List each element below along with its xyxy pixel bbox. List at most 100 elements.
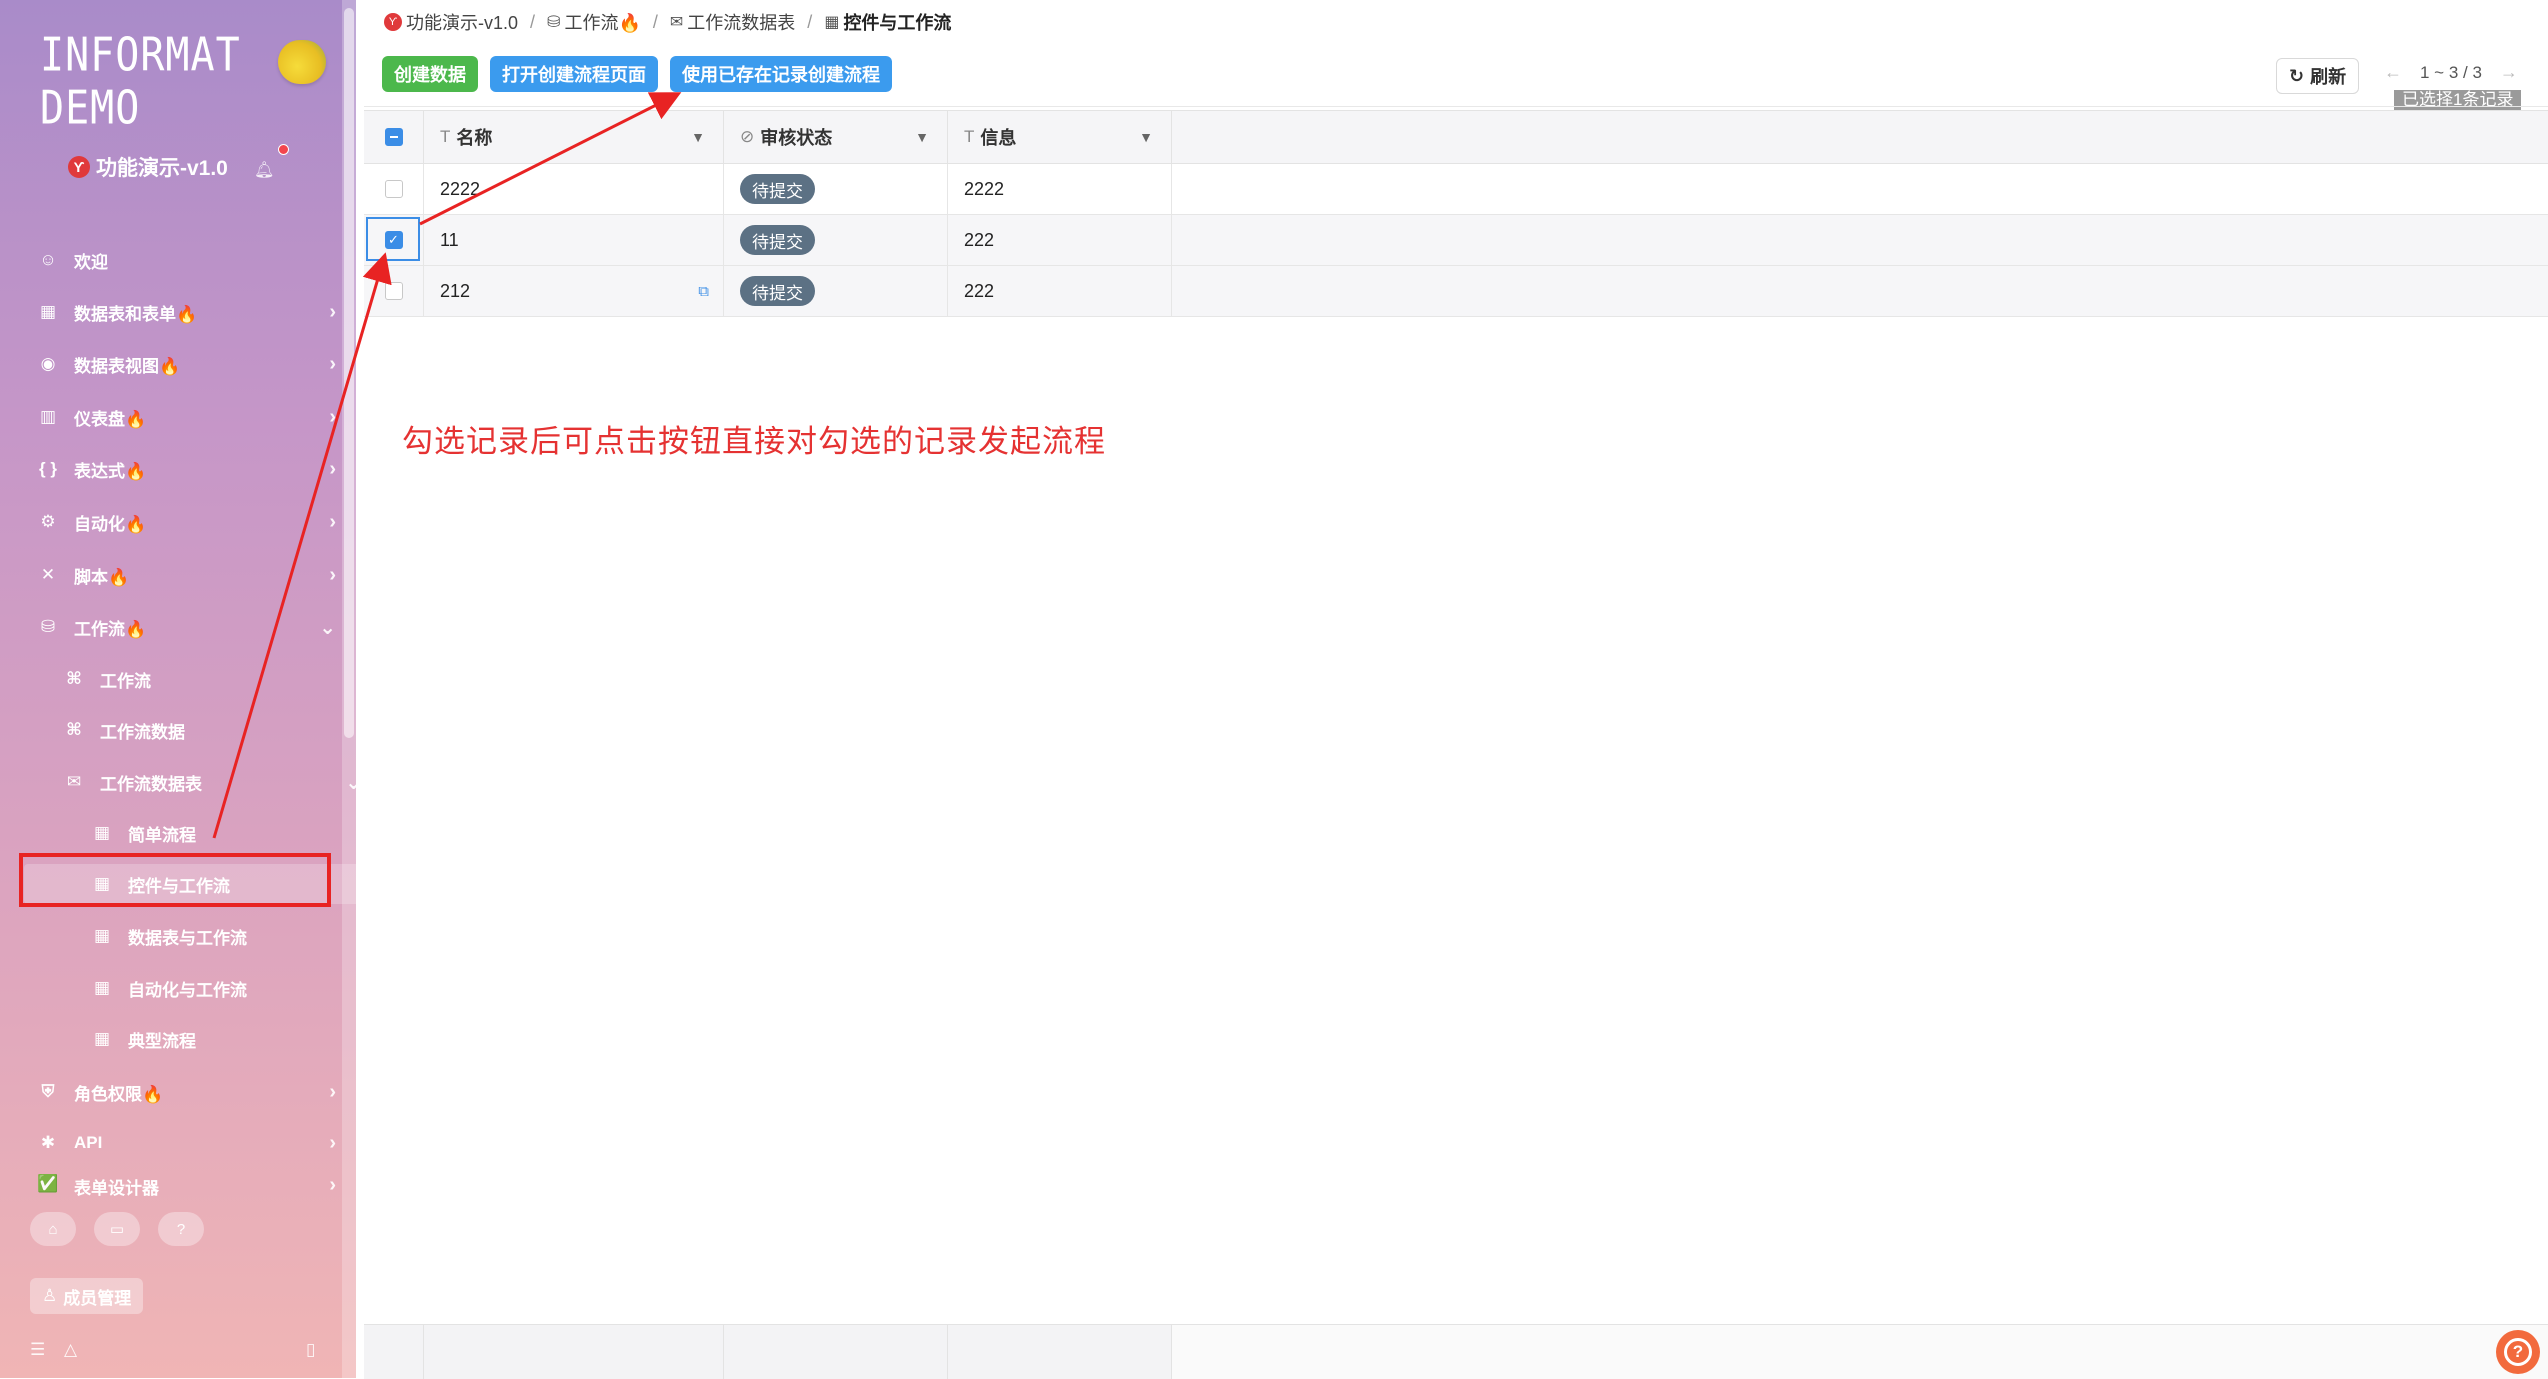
cell-name[interactable]: 2222 xyxy=(424,164,724,214)
table-row[interactable]: ✓ 11 待提交 222 xyxy=(364,215,2548,266)
sidebar-item-expressions[interactable]: { } 表达式🔥 › xyxy=(0,449,356,489)
footer-cell xyxy=(724,1325,948,1379)
sidebar-item-workflow[interactable]: ⌘ 工作流 xyxy=(0,659,356,699)
app-logo-icon: ϒ xyxy=(68,156,90,178)
grid-footer xyxy=(364,1324,2548,1379)
script-icon: ✕ xyxy=(40,565,56,584)
braces-icon: { } xyxy=(39,459,57,478)
member-management-label: 成员管理 xyxy=(63,1288,132,1308)
row-select-cell[interactable]: ✓ xyxy=(364,215,424,265)
sidebar-shortcuts: ⌂ ▭ ? xyxy=(30,1212,204,1246)
grid-icon: ▦ xyxy=(93,926,111,945)
row-checkbox[interactable] xyxy=(384,282,403,300)
grid-icon: ▦ xyxy=(93,1029,111,1048)
caret-down-icon[interactable]: ▼ xyxy=(691,129,705,145)
next-page-icon[interactable]: → xyxy=(2500,62,2518,83)
column-header-status[interactable]: ⊘ 审核状态 ▼ xyxy=(724,111,948,163)
chevron-right-icon: › xyxy=(329,405,336,428)
row-checkbox[interactable] xyxy=(384,180,403,198)
sidebar-item-dashboard[interactable]: ▥ 仪表盘🔥 › xyxy=(0,397,356,437)
table-row[interactable]: 212 ⧉ 待提交 222 xyxy=(364,266,2548,317)
warning-icon[interactable]: △ xyxy=(64,1340,77,1360)
app-title[interactable]: ϒ 功能演示-v1.0 xyxy=(68,152,228,182)
sidebar-item-label: 仪表盘🔥 xyxy=(74,409,147,429)
workflow-icon: ⛁ xyxy=(40,617,56,636)
sidebar-item-simple-flow[interactable]: ▦ 简单流程 xyxy=(0,813,356,853)
flow-icon: ⌘ xyxy=(66,669,82,688)
chevron-right-icon: › xyxy=(329,510,336,533)
column-header-label: 信息 xyxy=(980,128,1017,148)
row-select-cell[interactable] xyxy=(364,266,424,316)
member-management-button[interactable]: ♙ 成员管理 xyxy=(30,1278,144,1314)
sidebar-item-label: 工作流数据 xyxy=(100,722,185,742)
sidebar-item-label: 欢迎 xyxy=(74,252,108,272)
column-header-label: 审核状态 xyxy=(760,128,833,148)
column-header-name[interactable]: T 名称 ▼ xyxy=(424,111,724,163)
sidebar: INFORMAT DEMO ϒ 功能演示-v1.0 🔔︎ ☺ 欢迎 ▦ 数据表和… xyxy=(0,0,356,1378)
data-grid: T 名称 ▼ ⊘ 审核状态 ▼ T 信息 ▼ 2222 待提交 2222 ✓ 1… xyxy=(364,110,2548,317)
cell-status[interactable]: 待提交 xyxy=(724,266,948,316)
cell-info[interactable]: 222 xyxy=(948,215,1172,265)
column-header-info[interactable]: T 信息 ▼ xyxy=(948,111,1172,163)
sidebar-item-form-designer[interactable]: ✅ 表单设计器 › xyxy=(0,1174,356,1198)
cell-status[interactable]: 待提交 xyxy=(724,215,948,265)
app-title-label: 功能演示-v1.0 xyxy=(96,157,228,180)
open-flow-page-button[interactable]: 打开创建流程页面 xyxy=(490,56,658,92)
refresh-label: 刷新 xyxy=(2310,67,2347,87)
sidebar-item-automation-workflow[interactable]: ▦ 自动化与工作流 xyxy=(0,968,356,1008)
menu-icon[interactable]: ☰ xyxy=(30,1340,45,1360)
collapse-sidebar-icon[interactable]: ▯ xyxy=(306,1340,315,1360)
caret-down-icon[interactable]: ▼ xyxy=(915,129,929,145)
book-icon[interactable]: ▭ xyxy=(94,1212,140,1246)
cell-info[interactable]: 222 xyxy=(948,266,1172,316)
cell-status[interactable]: 待提交 xyxy=(724,164,948,214)
create-data-button[interactable]: 创建数据 xyxy=(382,56,478,92)
pagination: ← 1 ~ 3 / 3 → xyxy=(2384,62,2518,83)
sidebar-item-roles[interactable]: ⛨ 角色权限🔥 › xyxy=(0,1072,356,1112)
sidebar-item-tables-workflow[interactable]: ▦ 数据表与工作流 xyxy=(0,916,356,956)
breadcrumb-item-workflow[interactable]: ⛁ 工作流🔥 xyxy=(547,9,641,35)
table-row[interactable]: 2222 待提交 2222 xyxy=(364,164,2548,215)
status-badge: 待提交 xyxy=(740,276,815,306)
sidebar-item-workflow-group[interactable]: ⛁ 工作流🔥 ⌄ xyxy=(0,607,356,647)
row-select-cell[interactable] xyxy=(364,164,424,214)
sidebar-item-workflow-data[interactable]: ⌘ 工作流数据 xyxy=(0,710,356,750)
cell-info[interactable]: 2222 xyxy=(948,164,1172,214)
chevron-down-icon: ⌄ xyxy=(345,771,356,794)
breadcrumb-item-app[interactable]: ϒ 功能演示-v1.0 xyxy=(384,9,518,35)
sidebar-item-table-views[interactable]: ◉ 数据表视图🔥 › xyxy=(0,344,356,384)
select-all-cell[interactable] xyxy=(364,111,424,163)
sidebar-item-automation[interactable]: ⚙ 自动化🔥 › xyxy=(0,502,356,542)
sidebar-item-tables-forms[interactable]: ▦ 数据表和表单🔥 › xyxy=(0,292,356,332)
bell-icon[interactable]: 🔔︎ xyxy=(254,160,274,180)
grid-header: T 名称 ▼ ⊘ 审核状态 ▼ T 信息 ▼ xyxy=(364,110,2548,164)
cell-name[interactable]: 11 xyxy=(424,215,724,265)
cell-name[interactable]: 212 ⧉ xyxy=(424,266,724,316)
mail-icon: ✉ xyxy=(669,14,684,31)
sidebar-item-scripts[interactable]: ✕ 脚本🔥 › xyxy=(0,555,356,595)
refresh-button[interactable]: ↻ 刷新 xyxy=(2276,58,2360,94)
breadcrumb-item-workflow-tables[interactable]: ✉ 工作流数据表 xyxy=(670,9,795,35)
sidebar-item-workflow-tables[interactable]: ✉ 工作流数据表 ⌄ xyxy=(0,762,356,802)
sidebar-item-label: 数据表视图🔥 xyxy=(74,356,181,376)
grid-icon: ▦ xyxy=(93,978,111,997)
sidebar-item-label: 表达式🔥 xyxy=(74,461,147,481)
home-icon[interactable]: ⌂ xyxy=(30,1212,76,1246)
chevron-right-icon: › xyxy=(329,1080,336,1103)
breadcrumb-label: 工作流🔥 xyxy=(564,13,641,33)
status-badge: 待提交 xyxy=(740,225,815,255)
smile-icon: ☺ xyxy=(39,250,57,269)
sidebar-item-label: 自动化与工作流 xyxy=(128,980,247,1000)
create-flow-from-record-button[interactable]: 使用已存在记录创建流程 xyxy=(670,56,892,92)
sidebar-item-typical-flow[interactable]: ▦ 典型流程 xyxy=(0,1019,356,1059)
open-record-icon[interactable]: ⧉ xyxy=(698,283,709,300)
sidebar-item-api[interactable]: ✱ API › xyxy=(0,1123,356,1163)
select-all-checkbox[interactable] xyxy=(384,128,403,146)
help-circle-icon[interactable]: ? xyxy=(158,1212,204,1246)
help-button[interactable]: ? xyxy=(2496,1330,2540,1374)
breadcrumb-label: 功能演示-v1.0 xyxy=(406,13,519,33)
caret-down-icon[interactable]: ▼ xyxy=(1139,129,1153,145)
prev-page-icon[interactable]: ← xyxy=(2384,62,2402,83)
sidebar-item-welcome[interactable]: ☺ 欢迎 xyxy=(0,240,356,280)
view-icon: ◉ xyxy=(40,354,56,373)
